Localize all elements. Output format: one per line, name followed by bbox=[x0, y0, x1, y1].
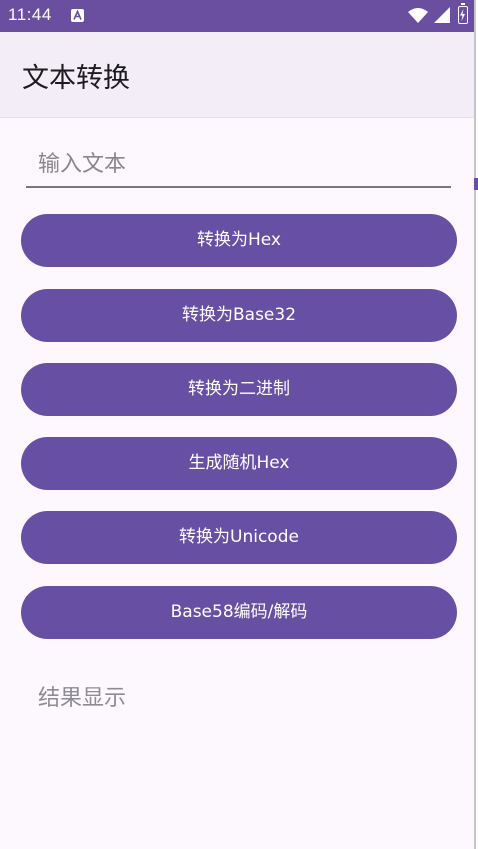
battery-icon bbox=[458, 3, 468, 24]
status-time: 11:44 bbox=[8, 5, 52, 24]
convert-to-unicode-button[interactable]: 转换为Unicode bbox=[21, 511, 457, 564]
convert-to-binary-button[interactable]: 转换为二进制 bbox=[21, 363, 457, 416]
app-bar: 文本转换 bbox=[0, 32, 474, 118]
convert-to-hex-button[interactable]: 转换为Hex bbox=[21, 214, 457, 267]
signal-icon bbox=[434, 7, 450, 27]
result-display: 结果显示 bbox=[38, 686, 127, 711]
convert-to-base32-button[interactable]: 转换为Base32 bbox=[21, 289, 457, 342]
generate-random-hex-button[interactable]: 生成随机Hex bbox=[21, 437, 457, 490]
scroll-indicator bbox=[474, 178, 478, 190]
status-bar: 11:44 bbox=[0, 0, 474, 32]
wifi-icon bbox=[408, 7, 428, 27]
app-screen: 11:44 文本转换 转换为Hex 转换为Base32 转换为二进制 生成随机H… bbox=[0, 0, 476, 849]
base58-encode-decode-button[interactable]: Base58编码/解码 bbox=[21, 586, 457, 639]
app-notification-icon bbox=[71, 9, 84, 22]
page-title: 文本转换 bbox=[22, 63, 130, 94]
text-input[interactable] bbox=[26, 148, 451, 188]
